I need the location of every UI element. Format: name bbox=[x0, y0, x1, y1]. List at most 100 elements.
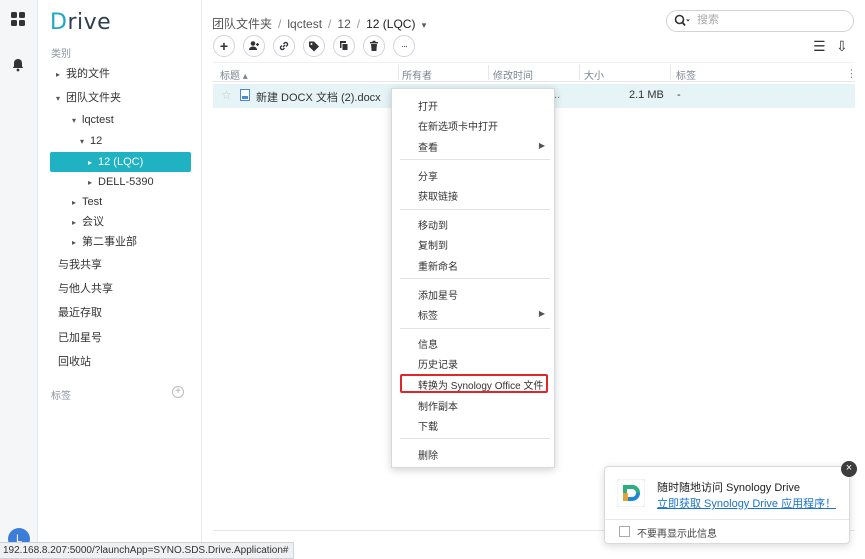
close-icon[interactable]: × bbox=[841, 461, 857, 477]
expand-caret-icon[interactable]: ▸ bbox=[72, 233, 82, 253]
column-title[interactable]: 标题 ▴ bbox=[220, 67, 248, 82]
menu-divider bbox=[400, 278, 550, 279]
nav-recent[interactable]: 最近存取 bbox=[58, 303, 102, 323]
column-size[interactable]: 大小 bbox=[584, 67, 604, 82]
list-view-icon[interactable]: ☰ bbox=[813, 38, 826, 55]
add-user-icon bbox=[249, 41, 259, 50]
create-button[interactable]: + bbox=[213, 35, 235, 57]
add-tag-icon[interactable]: + bbox=[172, 386, 184, 398]
context-menu: 打开 在新选项卡中打开 查看 ▶ 分享 获取链接 移动到 复制到 重新命名 添加… bbox=[391, 88, 555, 468]
expand-caret-icon[interactable]: ▸ bbox=[56, 65, 66, 85]
search-icon[interactable] bbox=[674, 14, 690, 31]
tag-icon bbox=[309, 41, 319, 52]
expand-caret-icon[interactable]: ▸ bbox=[72, 193, 82, 213]
menu-item-convert-to-synology-office[interactable]: 转换为 Synology Office 文件 bbox=[418, 377, 543, 392]
tag-button[interactable] bbox=[303, 35, 325, 57]
promo-title: 随时随地访问 Synology Drive bbox=[657, 482, 801, 494]
tree-item-dell-5390[interactable]: ▸ DELL-5390 bbox=[88, 172, 154, 192]
dont-show-again-label: 不要再显示此信息 bbox=[637, 529, 717, 540]
tree-item-lqctest[interactable]: ▾ lqctest bbox=[72, 110, 114, 130]
menu-item-open-new-tab[interactable]: 在新选项卡中打开 bbox=[418, 118, 498, 133]
notification-bell-icon[interactable] bbox=[11, 58, 25, 75]
file-name[interactable]: 新建 DOCX 文档 (2).docx bbox=[256, 89, 381, 105]
breadcrumb-item[interactable]: lqctest bbox=[287, 17, 322, 31]
tree-item-12[interactable]: ▾ 12 bbox=[80, 131, 102, 151]
tree-item-label: Test bbox=[82, 196, 103, 208]
tree-item-team-folder[interactable]: ▾ 团队文件夹 bbox=[56, 88, 121, 108]
tree-item-test[interactable]: ▸ Test bbox=[72, 192, 102, 212]
breadcrumb-separator: / bbox=[328, 17, 332, 31]
nav-starred[interactable]: 已加星号 bbox=[58, 328, 102, 348]
column-modified[interactable]: 修改时间 bbox=[493, 67, 533, 82]
menu-divider bbox=[400, 328, 550, 329]
synology-drive-logo bbox=[617, 479, 645, 507]
expand-caret-icon[interactable]: ▸ bbox=[72, 213, 82, 233]
promo-link[interactable]: 立即获取 Synology Drive 应用程序！ bbox=[657, 495, 836, 511]
menu-item-copy-to[interactable]: 复制到 bbox=[418, 237, 448, 252]
tree-item-label: DELL-5390 bbox=[98, 176, 154, 188]
plus-icon: + bbox=[219, 38, 229, 54]
tree-item-meeting[interactable]: ▸ 会议 bbox=[72, 212, 104, 232]
breadcrumb-separator: / bbox=[278, 17, 282, 31]
column-owner[interactable]: 所有者 bbox=[402, 67, 432, 82]
more-icon: ··· bbox=[401, 41, 408, 51]
menu-item-history[interactable]: 历史记录 bbox=[418, 356, 458, 371]
tree-item-label: 我的文件 bbox=[66, 68, 110, 80]
menu-item-add-star[interactable]: 添加星号 bbox=[418, 287, 458, 302]
search-input[interactable] bbox=[697, 14, 837, 26]
share-user-button[interactable] bbox=[243, 35, 265, 57]
expand-caret-icon[interactable]: ▸ bbox=[88, 173, 98, 193]
breadcrumb-current[interactable]: 12 (LQC) bbox=[366, 17, 415, 31]
collapse-caret-icon[interactable]: ▾ bbox=[80, 132, 90, 152]
sidebar: Drive 类别 ▸ 我的文件 ▾ 团队文件夹 ▾ lqctest ▾ 12 ▸ 12 (… bbox=[38, 0, 202, 559]
link-icon bbox=[279, 41, 289, 51]
sort-icon[interactable]: ⇩ bbox=[836, 38, 848, 55]
tree-item-label: 会议 bbox=[82, 216, 104, 228]
menu-item-open[interactable]: 打开 bbox=[418, 98, 438, 113]
copy-icon bbox=[340, 41, 349, 51]
menu-item-move-to[interactable]: 移动到 bbox=[418, 217, 448, 232]
copy-button[interactable] bbox=[333, 35, 355, 57]
browser-status-bar: 192.168.8.207:5000/?launchApp=SYNO.SDS.D… bbox=[0, 542, 295, 559]
menu-item-download[interactable]: 下载 bbox=[418, 418, 438, 433]
breadcrumb-separator: / bbox=[356, 17, 361, 31]
nav-recycle-bin[interactable]: 回收站 bbox=[58, 352, 91, 372]
menu-item-info[interactable]: 信息 bbox=[418, 336, 438, 351]
table-header: 标题 ▴ 所有者 修改时间 大小 标签 ⋮ bbox=[213, 62, 857, 82]
column-tag[interactable]: 标签 bbox=[676, 67, 696, 82]
dont-show-again-checkbox[interactable] bbox=[619, 526, 630, 537]
menu-item-make-copy[interactable]: 制作副本 bbox=[418, 398, 458, 413]
menu-item-get-link[interactable]: 获取链接 bbox=[418, 188, 458, 203]
collapse-caret-icon[interactable]: ▾ bbox=[72, 111, 82, 131]
get-link-button[interactable] bbox=[273, 35, 295, 57]
search-box[interactable] bbox=[666, 10, 854, 32]
nav-shared-with-me[interactable]: 与我共享 bbox=[58, 255, 102, 275]
breadcrumb-dropdown-icon[interactable]: ▾ bbox=[422, 20, 427, 30]
expand-caret-icon[interactable]: ▸ bbox=[88, 153, 98, 173]
tree-item-12-lqc[interactable]: ▸ 12 (LQC) bbox=[50, 152, 191, 172]
collapse-caret-icon[interactable]: ▾ bbox=[56, 89, 66, 109]
breadcrumb-item[interactable]: 12 bbox=[337, 17, 350, 31]
menu-item-share[interactable]: 分享 bbox=[418, 168, 438, 183]
categories-section-title: 类别 bbox=[51, 49, 71, 60]
star-icon[interactable]: ☆ bbox=[221, 88, 232, 102]
trash-icon bbox=[370, 40, 378, 51]
tree-item-label: 团队文件夹 bbox=[66, 92, 121, 104]
menu-item-rename[interactable]: 重新命名 bbox=[418, 258, 458, 273]
tree-item-label: 12 (LQC) bbox=[98, 156, 144, 168]
menu-item-view[interactable]: 查看 bbox=[418, 139, 438, 154]
menu-item-delete[interactable]: 删除 bbox=[418, 447, 438, 462]
nav-shared-with-others[interactable]: 与他人共享 bbox=[58, 279, 113, 299]
file-size: 2.1 MB bbox=[629, 89, 664, 101]
tree-item-second-division[interactable]: ▸ 第二事业部 bbox=[72, 232, 137, 252]
apps-grid-icon[interactable] bbox=[11, 12, 25, 26]
menu-divider bbox=[400, 438, 550, 439]
menu-divider bbox=[400, 209, 550, 210]
delete-button[interactable] bbox=[363, 35, 385, 57]
submenu-arrow-icon: ▶ bbox=[538, 309, 545, 318]
menu-item-tags[interactable]: 标签 bbox=[418, 307, 438, 322]
more-actions-button[interactable]: ··· bbox=[393, 35, 415, 57]
breadcrumb-item[interactable]: 团队文件夹 bbox=[212, 17, 272, 31]
column-settings-icon[interactable]: ⋮ bbox=[846, 67, 857, 80]
tree-item-my-files[interactable]: ▸ 我的文件 bbox=[56, 64, 110, 84]
